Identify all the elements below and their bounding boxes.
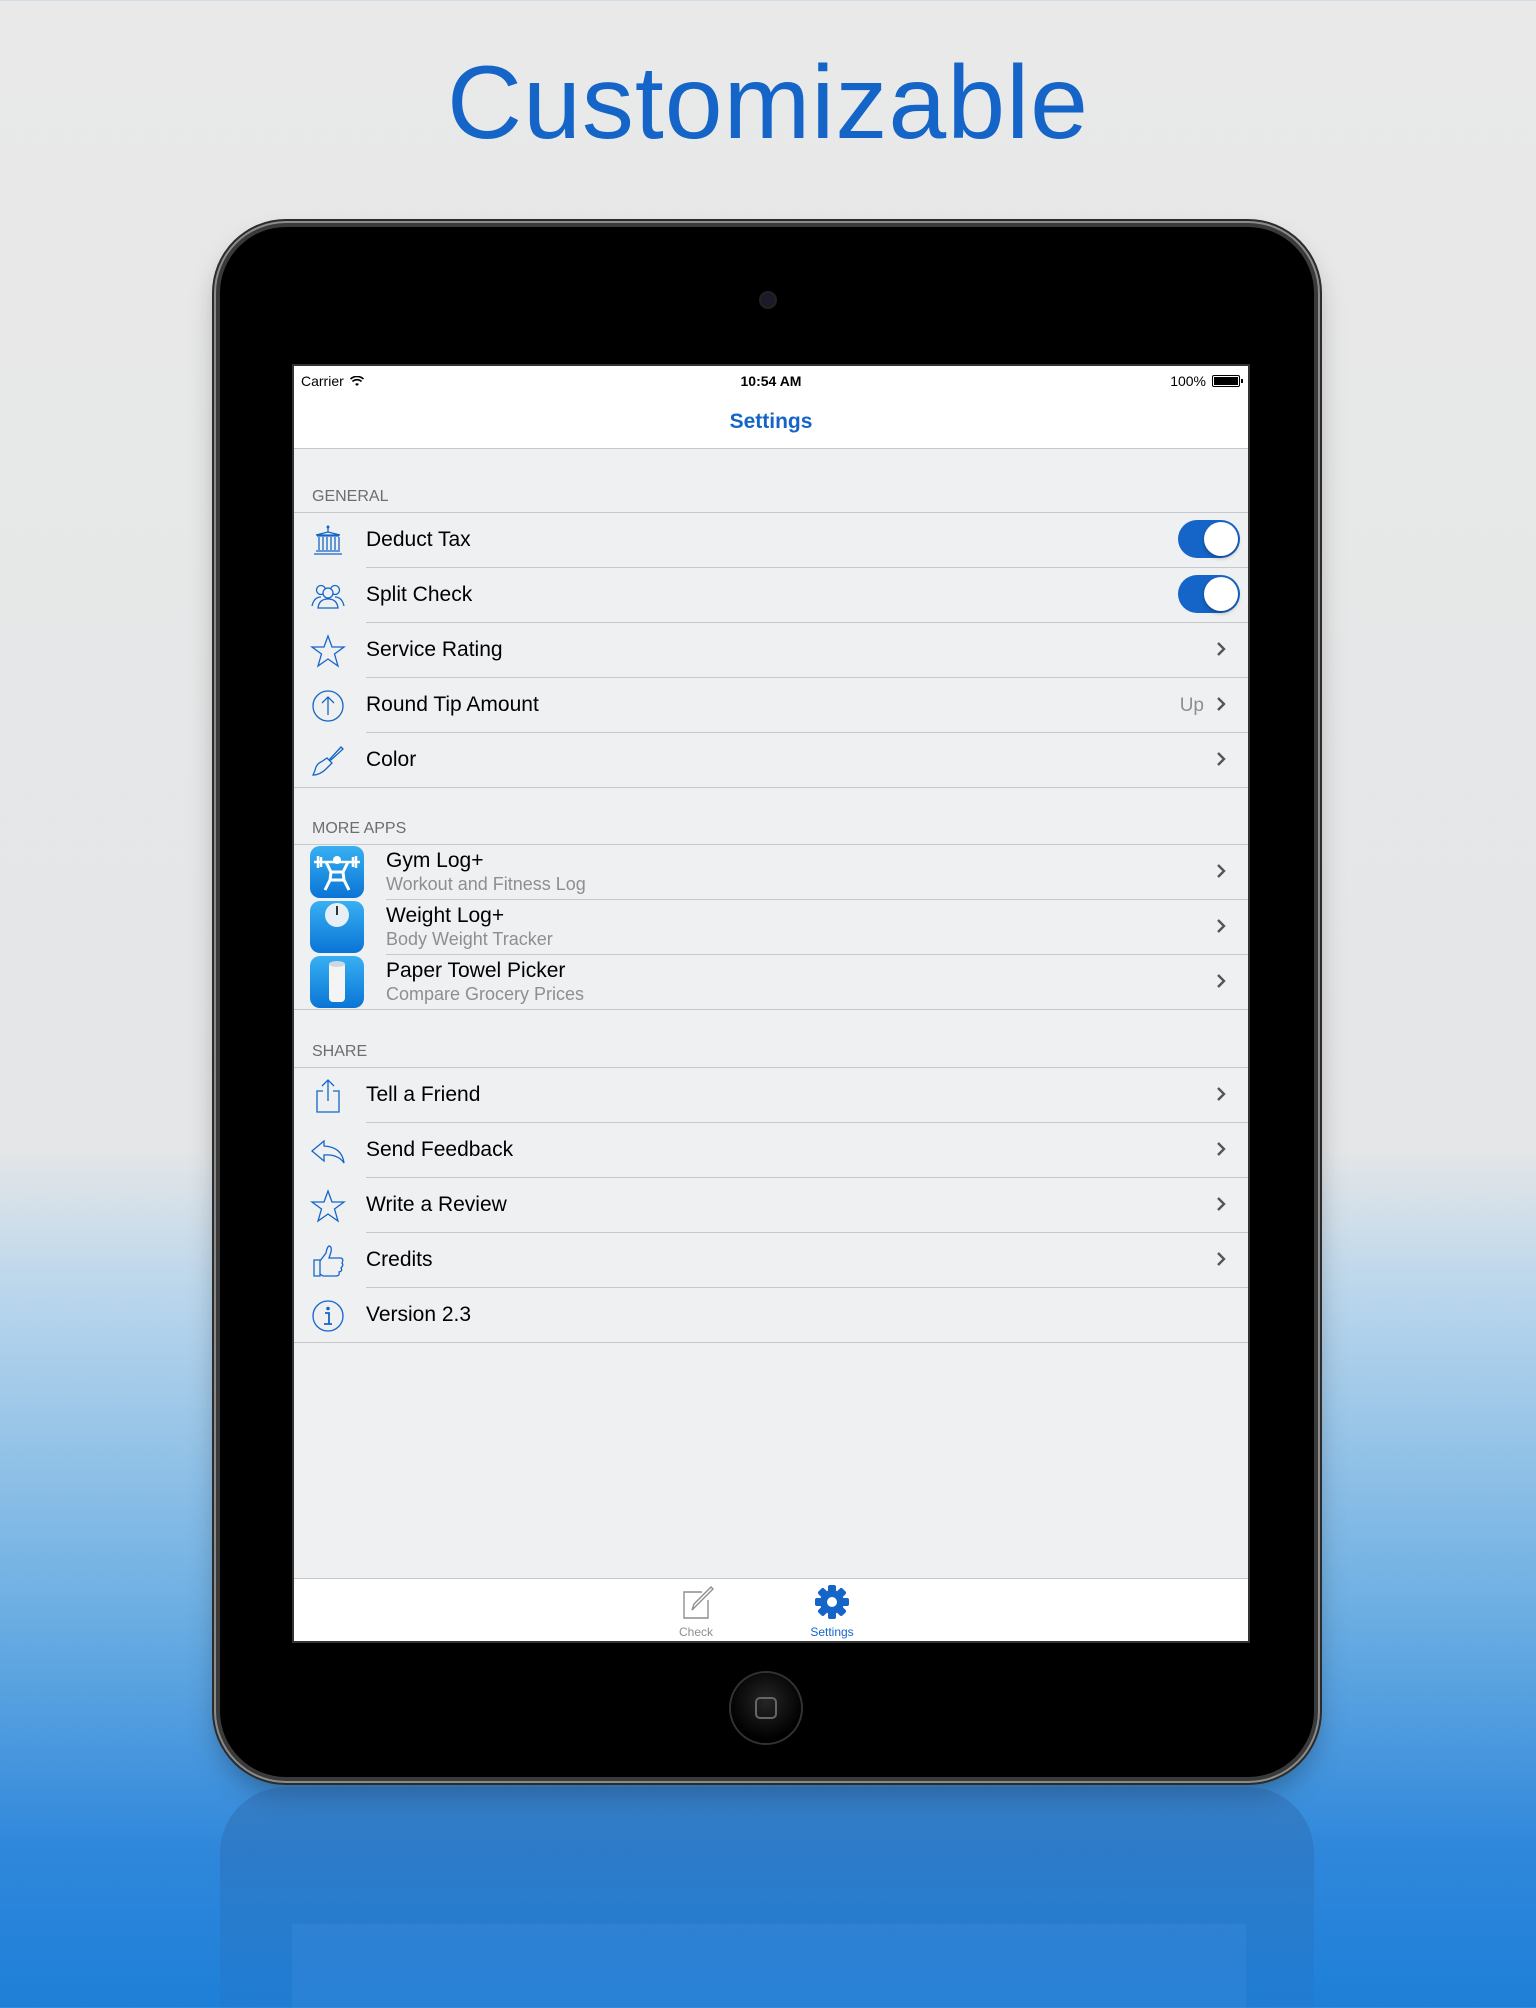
reflection-screen — [292, 1924, 1246, 2008]
share-group: Tell a Friend Send Feedback Write a Revi… — [294, 1067, 1248, 1343]
battery-icon — [1212, 375, 1243, 387]
version-label: Version 2.3 — [366, 1303, 472, 1326]
chevron-right-icon — [1217, 642, 1226, 656]
app-row-gym-log[interactable]: Gym Log+ Workout and Fitness Log — [310, 845, 1248, 900]
chevron-right-icon — [1217, 1087, 1226, 1101]
app-name: Paper Towel Picker — [386, 959, 566, 982]
scale-icon — [310, 901, 364, 953]
chevron-right-icon — [1217, 1252, 1226, 1266]
row-service-rating[interactable]: Service Rating — [310, 623, 1248, 678]
status-time: 10:54 AM — [740, 373, 802, 389]
tab-bar: Check Settings — [294, 1578, 1248, 1641]
star-icon — [310, 634, 346, 668]
row-label: Tell a Friend — [366, 1083, 481, 1106]
section-header-more-apps: MORE APPS — [312, 820, 407, 837]
reply-icon — [310, 1139, 345, 1164]
round-tip-value: Up — [1179, 695, 1204, 716]
page-title: Settings — [729, 410, 813, 433]
app-name: Weight Log+ — [386, 904, 505, 927]
row-label: Round Tip Amount — [366, 693, 539, 716]
app-name: Gym Log+ — [386, 849, 484, 872]
row-version: Version 2.3 — [312, 1288, 1248, 1342]
status-bar: Carrier 10:54 AM 100% — [294, 366, 1248, 396]
chevron-right-icon — [1217, 1197, 1226, 1211]
marketing-headline: Customizable — [446, 45, 1090, 161]
chevron-right-icon — [1217, 864, 1226, 878]
app-subtitle: Body Weight Tracker — [386, 929, 553, 949]
row-send-feedback[interactable]: Send Feedback — [310, 1123, 1248, 1178]
paintbrush-icon — [311, 746, 344, 776]
section-header-general: GENERAL — [312, 488, 389, 505]
app-row-weight-log[interactable]: Weight Log+ Body Weight Tracker — [310, 900, 1248, 955]
deduct-tax-toggle[interactable] — [1178, 520, 1240, 558]
app-subtitle: Workout and Fitness Log — [386, 874, 586, 894]
chevron-right-icon — [1217, 1142, 1226, 1156]
row-color[interactable]: Color — [311, 733, 1248, 787]
tab-label: Settings — [810, 1625, 854, 1639]
chevron-right-icon — [1217, 974, 1226, 988]
battery-percentage: 100% — [1170, 373, 1206, 389]
front-camera — [759, 291, 777, 309]
row-label: Write a Review — [366, 1193, 507, 1216]
toggle-knob — [1204, 522, 1238, 556]
row-label: Deduct Tax — [366, 528, 471, 551]
row-label: Send Feedback — [366, 1138, 514, 1161]
row-write-a-review[interactable]: Write a Review — [310, 1178, 1248, 1233]
chevron-right-icon — [1217, 697, 1226, 711]
pencil-edit-icon — [683, 1586, 714, 1619]
home-button[interactable] — [731, 1673, 801, 1743]
row-label: Credits — [366, 1248, 433, 1271]
star-icon — [310, 1189, 346, 1223]
row-split-check[interactable]: Split Check — [311, 568, 1248, 623]
split-check-toggle[interactable] — [1178, 575, 1240, 613]
tab-label: Check — [678, 1625, 713, 1639]
row-credits[interactable]: Credits — [313, 1233, 1248, 1288]
row-deduct-tax[interactable]: Deduct Tax — [314, 513, 1248, 568]
share-icon — [316, 1079, 340, 1113]
row-label: Split Check — [366, 583, 473, 606]
row-label: Service Rating — [366, 638, 503, 661]
toggle-knob — [1204, 577, 1238, 611]
arrow-up-circle-icon — [312, 690, 344, 722]
app-screen: Carrier 10:54 AM 100% Settings GENERAL D… — [292, 364, 1250, 1643]
paper-towel-icon — [310, 956, 364, 1008]
info-icon — [312, 1300, 344, 1332]
thumbs-up-icon — [313, 1245, 344, 1277]
tab-settings[interactable]: Settings — [787, 1584, 877, 1639]
app-row-paper-towel-picker[interactable]: Paper Towel Picker Compare Grocery Price… — [310, 955, 1248, 1009]
section-header-share: SHARE — [312, 1043, 368, 1060]
tab-check[interactable]: Check — [651, 1584, 741, 1639]
people-icon — [311, 584, 345, 609]
general-group: Deduct Tax Split Check Service Rating Ro… — [294, 512, 1248, 788]
home-button-square — [755, 1697, 777, 1719]
chevron-right-icon — [1217, 752, 1226, 766]
chevron-right-icon — [1217, 919, 1226, 933]
row-round-tip-amount[interactable]: Round Tip Amount Up — [312, 678, 1248, 733]
more-apps-group: Gym Log+ Workout and Fitness Log Weight … — [294, 844, 1248, 1010]
device-reflection — [220, 1787, 1314, 2008]
row-tell-a-friend[interactable]: Tell a Friend — [316, 1068, 1248, 1123]
ipad-device-frame: Carrier 10:54 AM 100% Settings GENERAL D… — [220, 227, 1314, 1777]
navigation-bar: Settings — [294, 396, 1248, 449]
row-label: Color — [366, 748, 417, 771]
app-subtitle: Compare Grocery Prices — [386, 984, 585, 1004]
bank-icon — [314, 525, 342, 555]
gear-icon — [815, 1585, 849, 1619]
weightlifter-icon — [310, 846, 364, 898]
